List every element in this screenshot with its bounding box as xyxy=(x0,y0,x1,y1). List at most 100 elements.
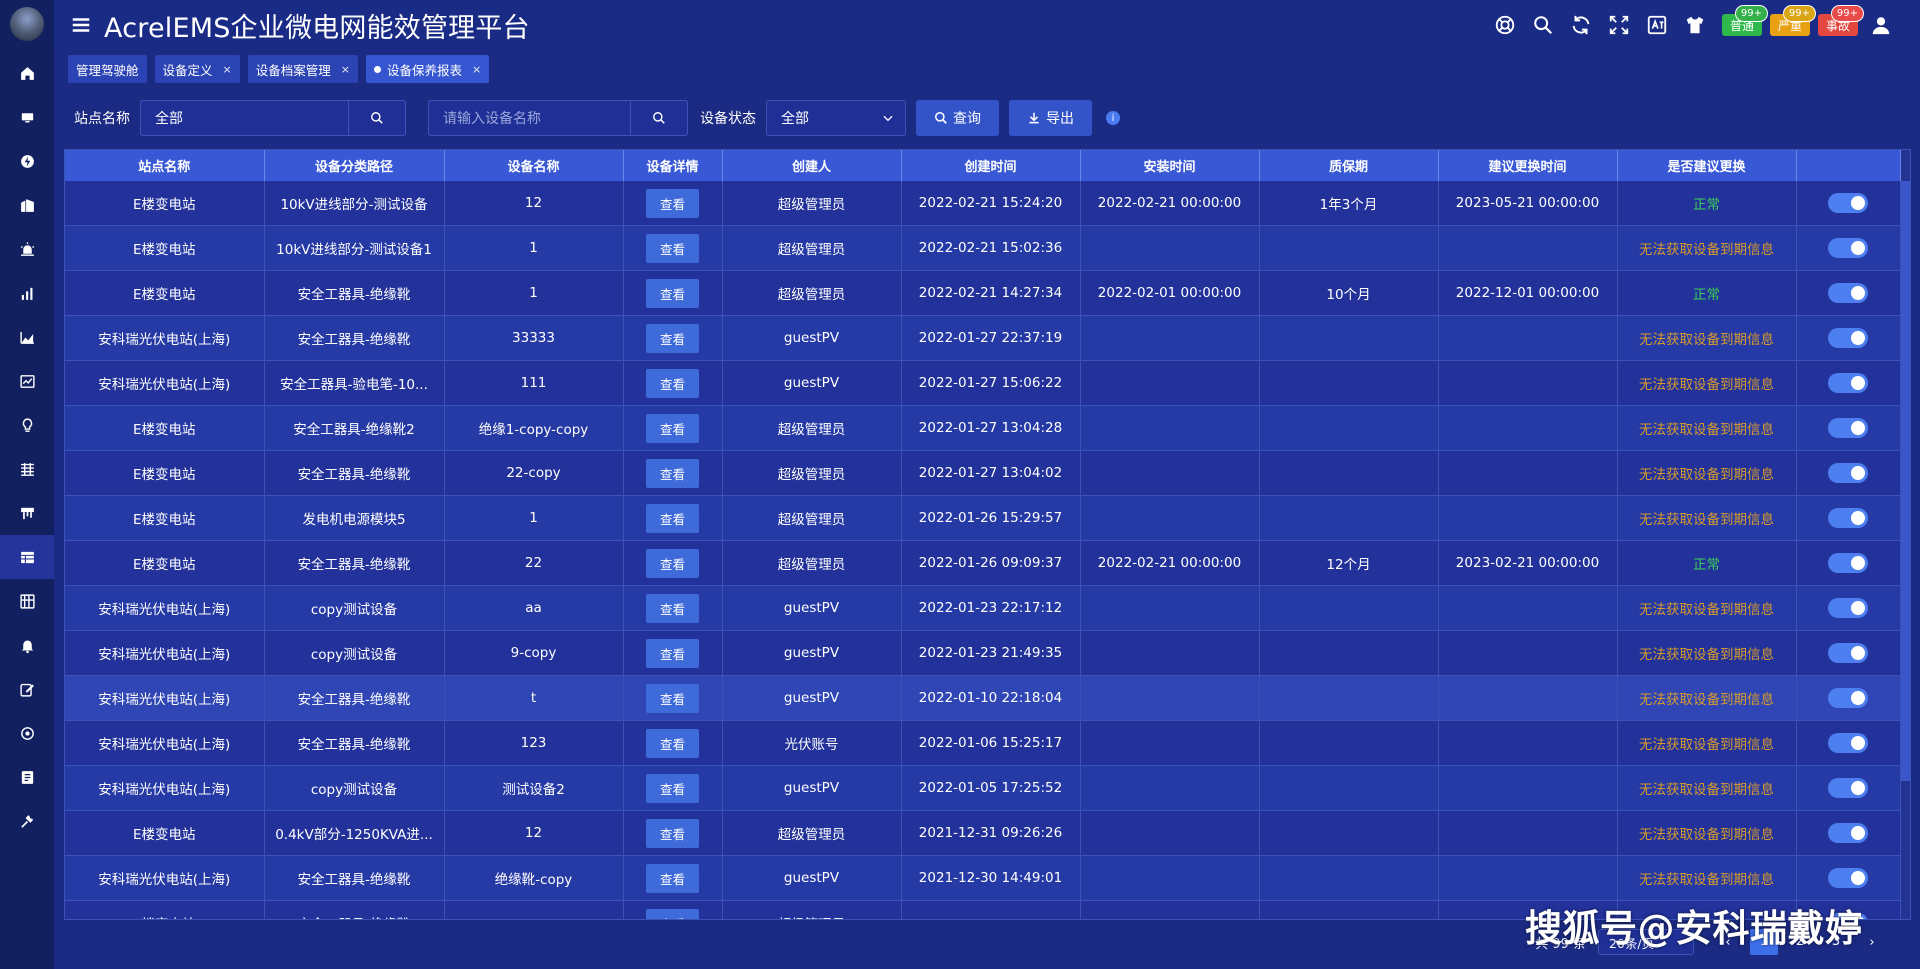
export-button[interactable]: 导出 xyxy=(1009,100,1092,136)
sidebar-item-line-chart[interactable] xyxy=(0,359,54,403)
table-row[interactable]: 安科瑞光伏电站(上海) copy测试设备 9-copy 查看 guestPV 2022-0… xyxy=(65,630,1901,676)
tab-close-icon[interactable]: × xyxy=(341,63,350,76)
view-detail-button[interactable]: 查看 xyxy=(645,728,699,758)
table-row[interactable]: 安科瑞光伏电站(上海) 安全工器具-绝缘靴 t 查看 guestPV 2022-01-10… xyxy=(65,675,1901,721)
table-row[interactable]: 安科瑞光伏电站(上海) 安全工器具-绝缘靴 绝缘靴-copy 查看 guestPV 202… xyxy=(65,855,1901,901)
view-detail-button[interactable]: 查看 xyxy=(645,863,699,893)
view-detail-button[interactable]: 查看 xyxy=(645,818,699,848)
enable-toggle[interactable] xyxy=(1828,598,1868,618)
query-button[interactable]: 查询 xyxy=(916,100,999,136)
menu-toggle-icon[interactable] xyxy=(70,14,92,36)
view-detail-button[interactable]: 查看 xyxy=(645,188,699,218)
enable-toggle[interactable] xyxy=(1828,418,1868,438)
enable-toggle[interactable] xyxy=(1828,508,1868,528)
table-row[interactable]: E楼变电站 安全工器具-绝缘靴 22-copy 查看 超级管理员 2022-01-27 1… xyxy=(65,450,1901,496)
table-row[interactable]: 安科瑞光伏电站(上海) 安全工器具-验电笔-10... 111 查看 guestPV 20… xyxy=(65,360,1901,406)
tab-3[interactable]: 设备保养报表 × xyxy=(365,55,490,83)
table-row[interactable]: E楼变电站 0.4kV部分-1250KVA进... 12 查看 超级管理员 2021-12… xyxy=(65,810,1901,856)
view-detail-button[interactable]: 查看 xyxy=(645,908,699,919)
sidebar-item-grid[interactable] xyxy=(0,447,54,491)
enable-toggle[interactable] xyxy=(1828,643,1868,663)
vertical-scrollbar[interactable] xyxy=(1901,181,1910,781)
sidebar-item-bulb[interactable] xyxy=(0,403,54,447)
table-header-row: 站点名称 设备分类路径 设备名称 设备详情 创建人 创建时间 安装时间 质保期 建议更换时间 是否… xyxy=(65,150,1901,181)
enable-toggle[interactable] xyxy=(1828,823,1868,843)
sidebar-item-home[interactable] xyxy=(0,51,54,95)
enable-toggle[interactable] xyxy=(1828,328,1868,348)
user-icon[interactable] xyxy=(1862,0,1900,50)
sidebar-item-dashboard[interactable] xyxy=(0,579,54,623)
table-row[interactable]: E楼变电站 安全工器具-绝缘靴 22 查看 超级管理员 2022-01-26 09:09:… xyxy=(65,540,1901,586)
enable-toggle[interactable] xyxy=(1828,238,1868,258)
station-cell: 安科瑞光伏电站(上海) xyxy=(65,675,265,721)
skin-icon[interactable] xyxy=(1676,0,1714,50)
view-detail-button[interactable]: 查看 xyxy=(645,593,699,623)
view-detail-button[interactable]: 查看 xyxy=(645,458,699,488)
sidebar-item-report[interactable] xyxy=(0,535,54,579)
fullscreen-icon[interactable] xyxy=(1600,0,1638,50)
search-icon[interactable] xyxy=(1524,0,1562,50)
table-row[interactable]: E楼变电站 安全工器具-绝缘靴 1 查看 超级管理员 2022-02-21 14:27:3… xyxy=(65,270,1901,316)
sidebar-item-monitor[interactable] xyxy=(0,95,54,139)
sidebar-item-edit[interactable] xyxy=(0,667,54,711)
view-detail-button[interactable]: 查看 xyxy=(645,503,699,533)
view-detail-button[interactable]: 查看 xyxy=(645,683,699,713)
view-detail-button[interactable]: 查看 xyxy=(645,638,699,668)
tab-0[interactable]: 管理驾驶舱 xyxy=(68,55,147,83)
info-icon[interactable]: i xyxy=(1106,111,1120,125)
user-avatar-logo[interactable] xyxy=(10,7,44,41)
enable-toggle[interactable] xyxy=(1828,193,1868,213)
view-detail-button[interactable]: 查看 xyxy=(645,278,699,308)
table-row[interactable]: 安科瑞光伏电站(上海) 安全工器具-绝缘靴 123 查看 光伏账号 2022-01-06 … xyxy=(65,720,1901,766)
tab-2[interactable]: 设备档案管理 × xyxy=(247,55,358,83)
sidebar-item-bar-chart[interactable] xyxy=(0,271,54,315)
device-search-icon[interactable] xyxy=(630,101,687,135)
help-icon[interactable] xyxy=(1486,0,1524,50)
view-detail-button[interactable]: 查看 xyxy=(645,368,699,398)
sidebar-item-bell[interactable] xyxy=(0,623,54,667)
device-name-input[interactable]: 请输入设备名称 xyxy=(428,100,688,136)
refresh-icon[interactable] xyxy=(1562,0,1600,50)
alarm-red-button[interactable]: 事故 99+ xyxy=(1818,5,1864,36)
report-icon xyxy=(20,551,34,563)
view-detail-button[interactable]: 查看 xyxy=(645,233,699,263)
sidebar-item-energy[interactable] xyxy=(0,139,54,183)
station-search-icon[interactable] xyxy=(348,101,405,135)
table-row[interactable]: 安科瑞光伏电站(上海) copy测试设备 aa 查看 guestPV 2022-01-23… xyxy=(65,585,1901,631)
device-name-placeholder: 请输入设备名称 xyxy=(443,111,541,127)
sidebar-item-settings[interactable] xyxy=(0,711,54,755)
view-detail-button[interactable]: 查看 xyxy=(645,323,699,353)
enable-toggle[interactable] xyxy=(1828,463,1868,483)
enable-toggle[interactable] xyxy=(1828,553,1868,573)
table-row[interactable]: E楼变电站 安全工器具-绝缘靴2 绝缘1-copy-copy 查看 超级管理员 2022-… xyxy=(65,405,1901,451)
sidebar-item-tools[interactable] xyxy=(0,799,54,843)
sidebar-item-alarm[interactable] xyxy=(0,227,54,271)
enable-toggle[interactable] xyxy=(1828,733,1868,753)
table-row[interactable]: E楼变电站 10kV进线部分-测试设备 12 查看 超级管理员 2022-02-21 15… xyxy=(65,181,1901,226)
alarm-green-button[interactable]: 普通 99+ xyxy=(1722,5,1768,36)
status-select[interactable]: 全部 xyxy=(766,100,906,136)
alarm-yellow-button[interactable]: 严重 99+ xyxy=(1770,5,1816,36)
table-row[interactable]: E楼变电站 10kV进线部分-测试设备1 1 查看 超级管理员 2022-02-21 15… xyxy=(65,225,1901,271)
table-row[interactable]: E楼变电站 发电机电源模块5 1 查看 超级管理员 2022-01-26 15:29:57… xyxy=(65,495,1901,541)
translate-icon[interactable] xyxy=(1638,0,1676,50)
station-select[interactable]: 全部 xyxy=(140,100,406,136)
enable-toggle[interactable] xyxy=(1828,778,1868,798)
enable-toggle[interactable] xyxy=(1828,868,1868,888)
sidebar-item-area-chart[interactable] xyxy=(0,315,54,359)
view-detail-button[interactable]: 查看 xyxy=(645,548,699,578)
view-detail-button[interactable]: 查看 xyxy=(645,773,699,803)
enable-toggle[interactable] xyxy=(1828,373,1868,393)
tab-close-icon[interactable]: × xyxy=(223,63,232,76)
tab-close-icon[interactable]: × xyxy=(472,63,481,76)
sidebar-item-document[interactable] xyxy=(0,755,54,799)
created-time-cell: 2022-01-27 22:37:19 xyxy=(901,315,1081,361)
sidebar-item-building[interactable] xyxy=(0,183,54,227)
tab-1[interactable]: 设备定义 × xyxy=(154,55,240,83)
table-row[interactable]: 安科瑞光伏电站(上海) copy测试设备 测试设备2 查看 guestPV 2022-01… xyxy=(65,765,1901,811)
enable-toggle[interactable] xyxy=(1828,688,1868,708)
table-row[interactable]: 安科瑞光伏电站(上海) 安全工器具-绝缘靴 33333 查看 guestPV 2022-0… xyxy=(65,315,1901,361)
sidebar-item-device[interactable] xyxy=(0,491,54,535)
enable-toggle[interactable] xyxy=(1828,283,1868,303)
view-detail-button[interactable]: 查看 xyxy=(645,413,699,443)
